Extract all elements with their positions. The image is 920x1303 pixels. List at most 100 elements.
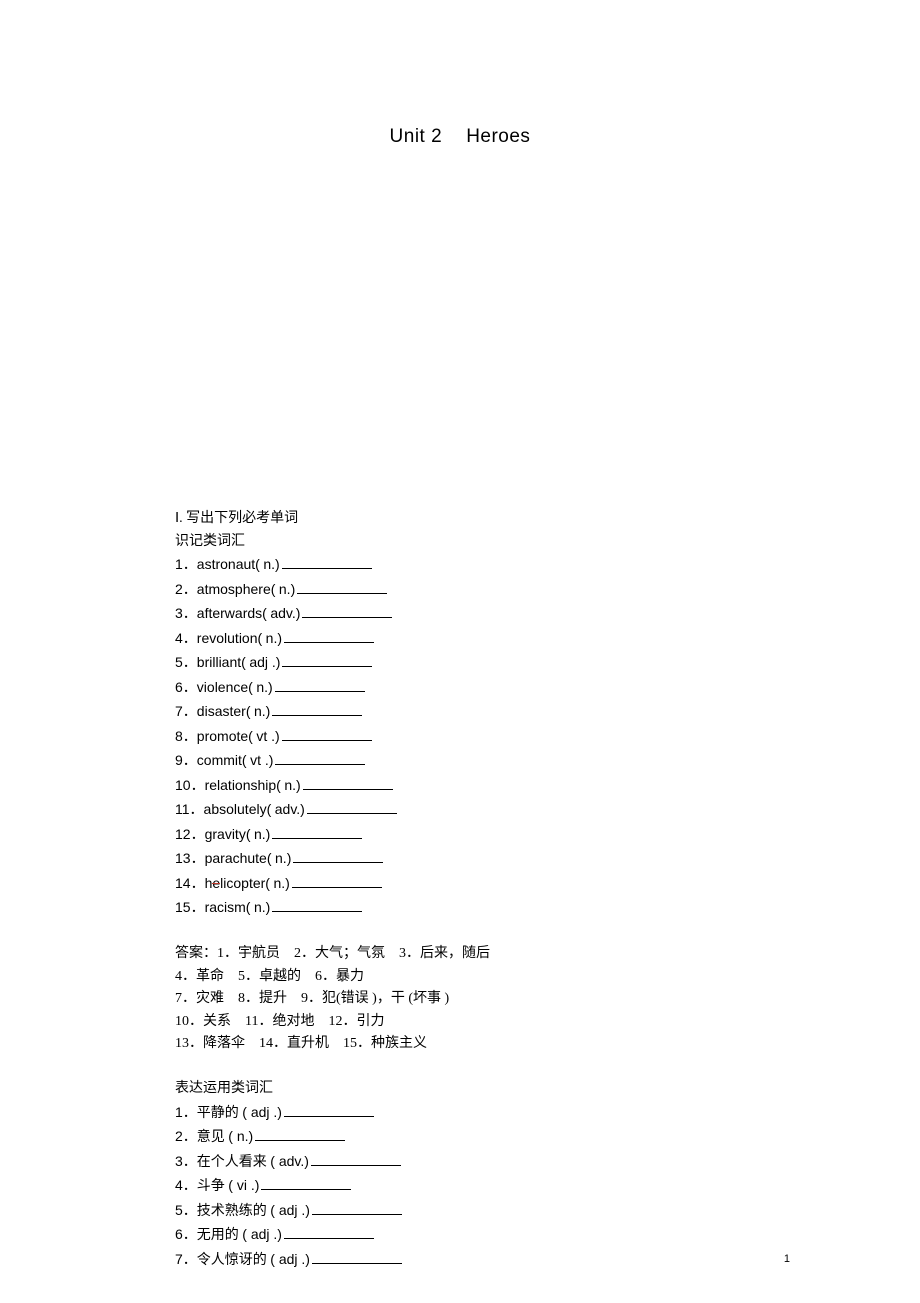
- item-word: commit(: [197, 752, 247, 768]
- vocab-item: 1．astronaut( n.): [175, 553, 795, 578]
- item-number: 13．: [175, 850, 205, 866]
- vocab-item: 4．斗争 ( vi .): [175, 1174, 795, 1199]
- item-pos: ( adj .): [270, 1251, 310, 1267]
- item-number: 7．: [175, 1251, 197, 1267]
- item-pos: ( adv.): [270, 1153, 309, 1169]
- item-pos: n.): [284, 777, 300, 793]
- vocab-item: 1．平静的 ( adj .): [175, 1101, 795, 1126]
- item-word: 令人惊讶的: [197, 1253, 267, 1268]
- item-number: 8．: [175, 728, 197, 744]
- vocab-item: 5．技术熟练的 ( adj .): [175, 1199, 795, 1224]
- vocab-item: 7．令人惊讶的 ( adj .): [175, 1248, 795, 1273]
- item-word: racism(: [205, 899, 251, 915]
- answers-line: 4．革命 5．卓越的 6．暴力: [175, 966, 795, 989]
- item-word: violence(: [197, 679, 253, 695]
- document-body: Ⅰ. 写出下列必考单词 识记类词汇 1．astronaut( n.)2．atmo…: [175, 508, 795, 1272]
- fill-blank: [272, 911, 362, 912]
- item-pos: ( vi .): [228, 1177, 259, 1193]
- page-title: Unit 2Heroes: [0, 126, 920, 148]
- vocab-item: 14．helicopter( n.): [175, 872, 795, 897]
- item-word: absolutely(: [204, 801, 272, 817]
- item-pos: ( n.): [228, 1128, 253, 1144]
- item-pos: n.): [263, 556, 279, 572]
- item-word: 斗争: [197, 1179, 225, 1194]
- vocab-item: 5．brilliant( adj .): [175, 651, 795, 676]
- fill-blank: [292, 887, 382, 888]
- item-pos: ( adj .): [242, 1226, 282, 1242]
- item-word: parachute(: [205, 850, 272, 866]
- item-word: disaster(: [197, 703, 251, 719]
- item-pos: adj .): [249, 654, 280, 670]
- section-subheader: 表达运用类词汇: [175, 1078, 795, 1101]
- item-word: 在个人看来: [197, 1155, 267, 1170]
- item-pos: n.): [266, 630, 282, 646]
- item-word: brilliant(: [197, 654, 246, 670]
- item-number: 6．: [175, 1226, 197, 1242]
- item-number: 6．: [175, 679, 197, 695]
- fill-blank: [312, 1214, 402, 1215]
- item-pos: n.): [254, 703, 270, 719]
- item-number: 4．: [175, 1177, 197, 1193]
- fill-blank: [312, 1263, 402, 1264]
- item-pos: adv.): [270, 605, 300, 621]
- item-number: 9．: [175, 752, 197, 768]
- item-number: 5．: [175, 1202, 197, 1218]
- vocab-item: 6．violence( n.): [175, 676, 795, 701]
- item-word: 技术熟练的: [197, 1204, 267, 1219]
- fill-blank: [272, 838, 362, 839]
- item-word: gravity(: [205, 826, 251, 842]
- vocab-item: 12．gravity( n.): [175, 823, 795, 848]
- vocab-item: 11．absolutely( adv.): [175, 798, 795, 823]
- vocab-item: 9．commit( vt .): [175, 749, 795, 774]
- item-word: 平静的: [197, 1106, 239, 1121]
- fill-blank: [293, 862, 383, 863]
- item-pos: ( adj .): [242, 1104, 282, 1120]
- fill-blank: [272, 715, 362, 716]
- fill-blank: [282, 740, 372, 741]
- fill-blank: [303, 789, 393, 790]
- fill-blank: [282, 666, 372, 667]
- vocab-item: 15．racism( n.): [175, 896, 795, 921]
- item-word: atmosphere(: [197, 581, 276, 597]
- item-number: 7．: [175, 703, 197, 719]
- item-number: 1．: [175, 556, 197, 572]
- item-pos: vt .): [250, 752, 273, 768]
- section-header: Ⅰ. 写出下列必考单词: [175, 508, 795, 531]
- fill-blank: [284, 1116, 374, 1117]
- vocab-item: 13．parachute( n.): [175, 847, 795, 872]
- fill-blank: [275, 691, 365, 692]
- item-word: 无用的: [197, 1228, 239, 1243]
- item-pos: n.): [256, 679, 272, 695]
- item-number: 3．: [175, 605, 197, 621]
- fill-blank: [284, 642, 374, 643]
- item-pos: n.): [275, 850, 291, 866]
- item-number: 4．: [175, 630, 197, 646]
- answers-line: 10．关系 11．绝对地 12．引力: [175, 1011, 795, 1034]
- fill-blank: [302, 617, 392, 618]
- vocab-item: 6．无用的 ( adj .): [175, 1223, 795, 1248]
- title-right: Heroes: [466, 126, 530, 147]
- item-number: 1．: [175, 1104, 197, 1120]
- item-number: 3．: [175, 1153, 197, 1169]
- item-pos: vt .): [256, 728, 279, 744]
- answers-line: 答案：1．宇航员 2．大气；气氛 3．后来，随后: [175, 943, 795, 966]
- fill-blank: [297, 593, 387, 594]
- item-number: 5．: [175, 654, 197, 670]
- item-word: astronaut(: [197, 556, 260, 572]
- item-number: 11．: [175, 801, 204, 817]
- item-number: 12．: [175, 826, 205, 842]
- vocab-item: 10．relationship( n.): [175, 774, 795, 799]
- section-subheader: 识记类词汇: [175, 531, 795, 554]
- item-pos: n.): [254, 899, 270, 915]
- fill-blank: [307, 813, 397, 814]
- item-pos: n.): [254, 826, 270, 842]
- item-word: 意见: [197, 1130, 225, 1145]
- item-number: 2．: [175, 581, 197, 597]
- answers-line: 13．降落伞 14．直升机 15．种族主义: [175, 1033, 795, 1056]
- fill-blank: [255, 1140, 345, 1141]
- vocab-item: 2．意见 ( n.): [175, 1125, 795, 1150]
- item-pos: ( adj .): [270, 1202, 310, 1218]
- vocab-item: 3．在个人看来 ( adv.): [175, 1150, 795, 1175]
- fill-blank: [311, 1165, 401, 1166]
- item-word: relationship(: [205, 777, 281, 793]
